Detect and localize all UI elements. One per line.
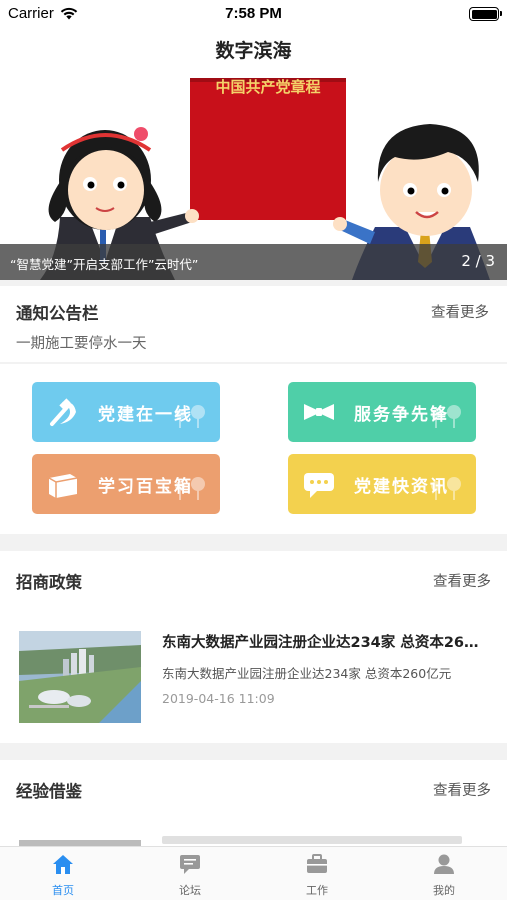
notice-item[interactable]: 一期施工要停水一天	[16, 332, 147, 353]
tree-decoration	[175, 405, 205, 428]
page-title: 数字滨海	[215, 40, 292, 62]
policy-more-link[interactable]: 查看更多	[433, 570, 491, 591]
banner-carousel[interactable]: 中国共产党章程 “智慧党建”开启支部工作”云时代” 2 / 3	[0, 72, 507, 280]
party-news-button[interactable]: 党建快资讯	[288, 454, 476, 514]
forum-icon	[180, 855, 200, 874]
news-date: 2019-04-16 11:09	[162, 691, 275, 706]
banner-pager: 2 / 3	[461, 252, 495, 270]
home-icon	[53, 855, 73, 874]
notice-title: 通知公告栏	[16, 304, 99, 323]
party-frontline-button[interactable]: 党建在一线	[32, 382, 220, 442]
tab-forum[interactable]: 论坛	[127, 847, 253, 900]
tab-profile[interactable]: 我的	[381, 847, 507, 900]
tree-decoration	[431, 405, 461, 428]
profile-icon	[434, 854, 454, 874]
tab-work-label: 工作	[306, 884, 328, 897]
tab-home-label: 首页	[52, 884, 74, 897]
notice-more-link[interactable]: 查看更多	[431, 301, 489, 322]
banner-caption: “智慧党建”开启支部工作”云时代”	[10, 257, 199, 272]
tab-home[interactable]: 首页	[0, 847, 126, 900]
notice-board: 通知公告栏 查看更多 一期施工要停水一天	[0, 286, 507, 362]
status-bar: Carrier 7:58 PM	[0, 0, 507, 28]
experience-more-link[interactable]: 查看更多	[433, 779, 491, 800]
chat-bubble-icon	[304, 473, 334, 498]
policy-section: 招商政策 查看更多 东南大数据产业园注册企业达234家 总资本260亿元 东南大…	[0, 551, 507, 743]
tree-decoration	[431, 477, 461, 500]
experience-title: 经验借鉴	[16, 782, 82, 801]
battery-icon	[469, 7, 502, 21]
tree-decoration	[175, 477, 205, 500]
briefcase-icon	[307, 854, 327, 873]
news-title: 东南大数据产业园注册企业达234家 总资本260亿元	[162, 635, 487, 651]
tab-bar: 首页 论坛 工作 我的	[0, 846, 507, 900]
tab-profile-label: 我的	[433, 884, 455, 897]
bow-tie-icon	[304, 404, 334, 420]
tab-forum-label: 论坛	[179, 884, 201, 897]
party-emblem-icon	[50, 398, 76, 426]
news-item[interactable]: 东南大数据产业园注册企业达234家 总资本260亿元 东南大数据产业园注册企业达…	[0, 621, 507, 731]
banner-caption-bar: “智慧党建”开启支部工作”云时代” 2 / 3	[0, 244, 507, 280]
tab-work[interactable]: 工作	[254, 847, 380, 900]
study-toolbox-button[interactable]: 学习百宝箱	[32, 454, 220, 514]
experience-section: 经验借鉴 查看更多	[0, 760, 507, 846]
books-icon	[48, 474, 78, 498]
navigation-bar: 数字滨海	[0, 28, 507, 72]
policy-title: 招商政策	[16, 573, 82, 592]
news-summary: 东南大数据产业园注册企业达234家 总资本260亿元	[162, 666, 452, 681]
banner-book-title: 中国共产党章程	[215, 78, 320, 96]
service-pioneer-button[interactable]: 服务争先锋	[288, 382, 476, 442]
experience-item-peek	[162, 836, 462, 844]
quick-action-grid: 党建在一线 服务争先锋 学习百宝箱 党建快资讯	[0, 364, 507, 534]
clock: 7:58 PM	[225, 5, 282, 22]
news-thumbnail	[19, 631, 141, 723]
